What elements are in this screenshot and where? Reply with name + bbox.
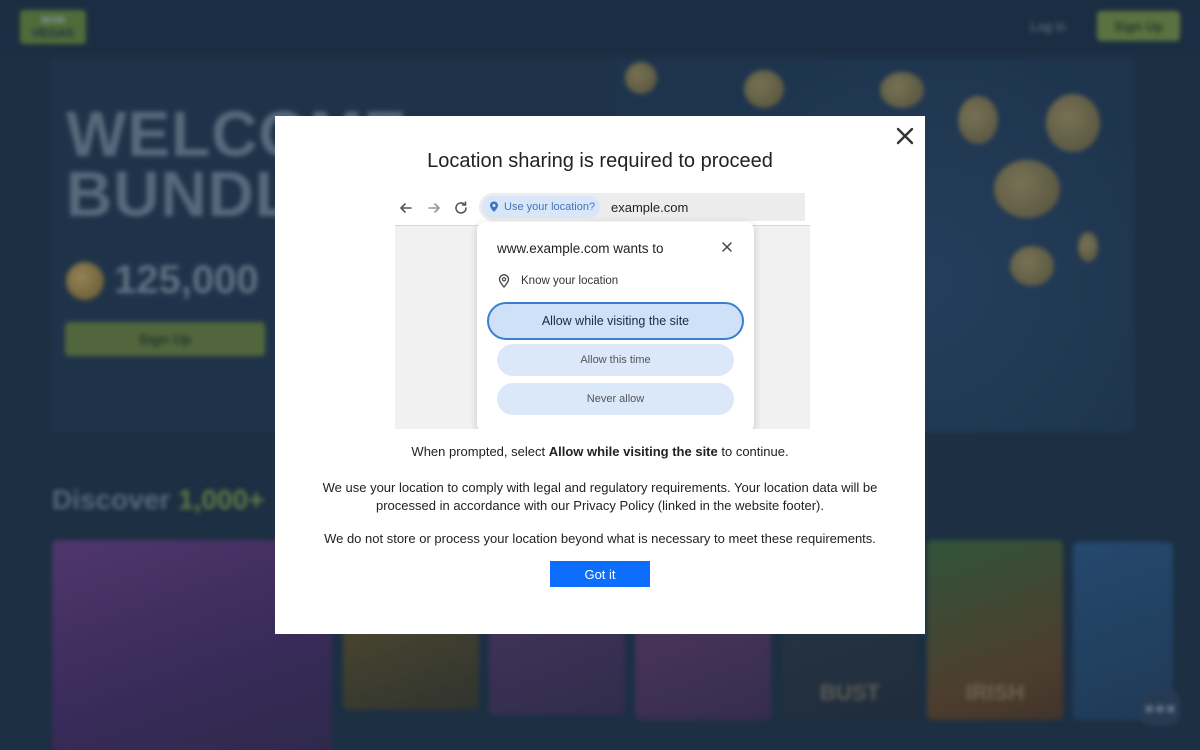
illustration-url: example.com (611, 200, 689, 215)
know-location-row: Know your location (497, 274, 618, 288)
prompt-bold: Allow while visiting the site (548, 444, 718, 459)
got-it-button[interactable]: Got it (550, 561, 650, 587)
modal-close-button[interactable] (893, 124, 917, 148)
permission-popup: www.example.com wants to Know your locat… (477, 222, 754, 429)
modal-title: Location sharing is required to proceed (427, 150, 773, 172)
prompt-instruction: When prompted, select Allow while visiti… (275, 444, 925, 459)
know-location-label: Know your location (521, 275, 619, 287)
location-pin-icon (490, 201, 498, 212)
close-icon (896, 127, 914, 145)
popup-close-icon (721, 240, 735, 254)
location-usage-paragraph: We use your location to comply with lega… (322, 480, 878, 513)
prompt-prefix: When prompted, select (411, 444, 549, 459)
location-permission-chip: Use your location? (482, 196, 600, 218)
prompt-suffix: to continue. (717, 444, 789, 459)
forward-arrow-icon (425, 199, 443, 217)
illustration-allow-once-button: Allow this time (497, 344, 734, 376)
storage-note: We do not store or process your location… (324, 531, 876, 546)
location-pin-icon (498, 274, 510, 288)
location-chip-label: Use your location? (504, 201, 596, 213)
back-arrow-icon (397, 199, 415, 217)
reload-icon (452, 199, 470, 217)
illustration-allow-visit-button: Allow while visiting the site (487, 302, 744, 340)
browser-prompt-illustration: Use your location? example.com www.examp… (390, 189, 815, 429)
illustration-never-allow-button: Never allow (497, 383, 734, 415)
permission-popup-title: www.example.com wants to (497, 241, 664, 256)
